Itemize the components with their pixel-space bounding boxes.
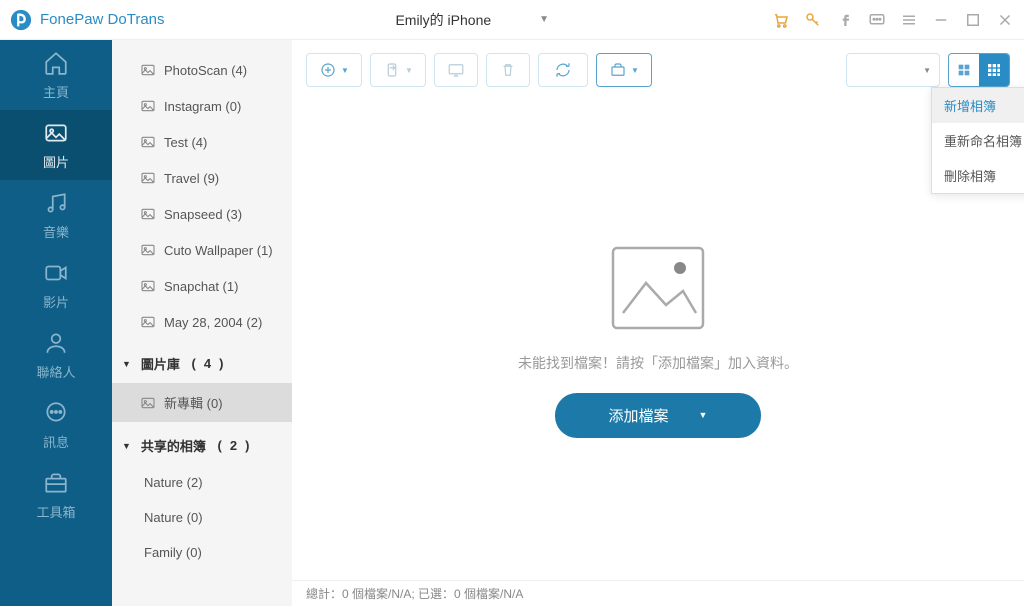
nav-videos-label: 影片	[43, 292, 69, 311]
export-pc-button[interactable]	[434, 53, 478, 87]
chevron-down-icon: ▼	[539, 14, 549, 25]
collapse-icon: ▼	[122, 359, 131, 369]
nav-messages[interactable]: 訊息	[0, 390, 112, 460]
nav-home[interactable]: 主頁	[0, 40, 112, 110]
album-list: PhotoScan (4)Instagram (0)Test (4)Travel…	[112, 40, 292, 606]
placeholder-image-icon	[608, 243, 708, 333]
collapse-icon: ▼	[122, 441, 131, 451]
delete-button[interactable]	[486, 53, 530, 87]
minimize-icon[interactable]	[932, 11, 950, 29]
album-item[interactable]: May 28, 2004 (2)	[112, 304, 292, 340]
nav-messages-label: 訊息	[43, 432, 69, 451]
menu-delete-album[interactable]: 刪除相簿	[932, 158, 1024, 193]
album-item[interactable]: Instagram (0)	[112, 88, 292, 124]
view-grid-large[interactable]	[949, 54, 979, 86]
home-icon	[43, 50, 69, 76]
add-button[interactable]: ▼	[306, 53, 362, 87]
app-title: FonePaw DoTrans	[40, 11, 165, 28]
nav-contacts-label: 聯絡人	[36, 362, 75, 381]
album-item[interactable]: PhotoScan (4)	[112, 52, 292, 88]
nav-music-label: 音樂	[43, 222, 69, 241]
left-nav: 主頁 圖片 音樂 影片 聯絡人 訊息 工具箱	[0, 40, 112, 606]
toolbar: ▼ ▼ ▼ ▼	[292, 40, 1024, 100]
cart-icon[interactable]	[772, 11, 790, 29]
close-icon[interactable]	[996, 11, 1014, 29]
shared-album-item[interactable]: Family (0)	[112, 535, 292, 570]
album-item[interactable]: Snapseed (3)	[112, 196, 292, 232]
refresh-button[interactable]	[538, 53, 588, 87]
photos-icon	[43, 120, 69, 146]
music-icon	[43, 190, 69, 216]
add-file-button[interactable]: 添加檔案▼	[555, 393, 762, 438]
nav-toolbox[interactable]: 工具箱	[0, 460, 112, 530]
shared-album-item[interactable]: Nature (2)	[112, 465, 292, 500]
device-name: Emily的 iPhone	[395, 10, 491, 30]
menu-icon[interactable]	[900, 11, 918, 29]
album-item[interactable]: Snapchat (1)	[112, 268, 292, 304]
chevron-down-icon: ▼	[699, 410, 708, 420]
album-context-menu: 新增相簿 重新命名相簿 刪除相簿	[931, 87, 1024, 194]
shared-album-item[interactable]: Nature (0)	[112, 500, 292, 535]
menu-rename-album[interactable]: 重新命名相簿	[932, 123, 1024, 158]
album-icon	[140, 395, 156, 411]
empty-message: 未能找到檔案！請按「添加檔案」加入資料。	[518, 353, 798, 373]
messages-icon	[43, 400, 69, 426]
key-icon[interactable]	[804, 11, 822, 29]
group-shared[interactable]: ▼共享的相簿 (2)	[112, 426, 292, 465]
menu-add-album[interactable]: 新增相簿	[932, 88, 1024, 123]
nav-music[interactable]: 音樂	[0, 180, 112, 250]
maximize-icon[interactable]	[964, 11, 982, 29]
album-item[interactable]: Test (4)	[112, 124, 292, 160]
nav-contacts[interactable]: 聯絡人	[0, 320, 112, 390]
filter-select[interactable]: ▼	[846, 53, 940, 87]
album-item[interactable]: Cuto Wallpaper (1)	[112, 232, 292, 268]
feedback-icon[interactable]	[868, 11, 886, 29]
group-library[interactable]: ▼圖片庫 (4)	[112, 344, 292, 383]
facebook-icon[interactable]	[836, 11, 854, 29]
status-bar: 總計：0 個檔案/N/A; 已選：0 個檔案/N/A	[292, 580, 1024, 606]
videos-icon	[43, 260, 69, 286]
nav-photos-label: 圖片	[43, 152, 69, 171]
album-item[interactable]: Travel (9)	[112, 160, 292, 196]
nav-home-label: 主頁	[43, 82, 69, 101]
empty-state: 未能找到檔案！請按「添加檔案」加入資料。 添加檔案▼	[292, 100, 1024, 580]
device-selector[interactable]: Emily的 iPhone ▼	[375, 4, 561, 36]
contacts-icon	[43, 330, 69, 356]
album-new[interactable]: 新專輯 (0)	[112, 383, 292, 422]
export-device-button[interactable]: ▼	[370, 53, 426, 87]
app-logo-icon	[10, 9, 32, 31]
album-menu-button[interactable]: ▼	[596, 53, 652, 87]
nav-photos[interactable]: 圖片	[0, 110, 112, 180]
toolbox-icon	[43, 470, 69, 496]
view-grid-small[interactable]	[979, 54, 1009, 86]
nav-toolbox-label: 工具箱	[36, 502, 75, 521]
nav-videos[interactable]: 影片	[0, 250, 112, 320]
